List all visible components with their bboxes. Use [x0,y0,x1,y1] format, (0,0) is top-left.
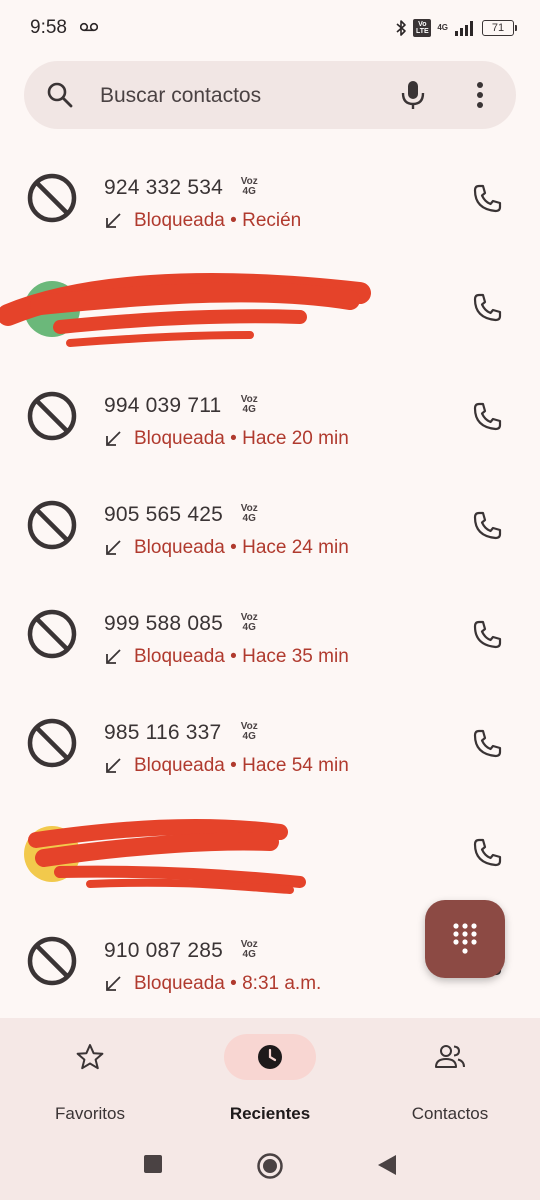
call-log-item[interactable] [0,800,540,909]
blocked-icon [27,718,77,768]
status-time: 9:58 [30,17,67,38]
blocked-icon [27,500,77,550]
voz-badge-bottom: 4G [242,186,256,197]
clock-icon [258,1045,282,1069]
voz-4g-badge: Voz 4G [241,177,258,197]
nav-favorites[interactable]: Favoritos [0,1034,180,1124]
voz-badge-bottom: 4G [242,949,256,960]
call-time: Hace 35 min [242,646,349,667]
separator-dot: • [224,537,243,558]
incoming-call-arrow-icon [106,540,121,555]
call-phone-icon[interactable] [471,292,503,324]
call-details: Bloqueada • Hace 20 min [104,428,349,450]
status-bar: 9:58 Vo LTE 4G 71 [0,0,540,56]
call-time: Recién [242,210,302,231]
more-options-icon[interactable] [468,79,492,111]
search-bar[interactable] [24,61,516,129]
nav-contacts-label: Contactos [411,1104,489,1123]
voz-badge-bottom: 4G [242,622,256,633]
home-icon[interactable] [256,1152,284,1180]
call-details: Bloqueada • 8:31 a.m. [104,973,321,995]
call-time: Hace 20 min [242,428,349,449]
call-phone-icon[interactable] [471,619,503,651]
call-time: 8:31 a.m. [242,973,322,994]
voz-4g-badge: Voz 4G [241,395,258,415]
separator-dot: • [224,755,243,776]
system-navigation-bar [0,1140,540,1190]
call-details: Bloqueada • Recién [104,210,301,232]
search-input[interactable] [98,75,392,117]
incoming-call-arrow-icon [106,976,121,991]
call-status: Bloqueada [134,646,225,667]
call-phone-icon[interactable] [471,510,503,542]
separator-dot: • [224,646,243,667]
network-type: 4G [437,23,448,32]
call-status: Bloqueada [134,428,225,449]
call-status: Bloqueada [134,755,225,776]
voz-badge-bottom: 4G [242,513,256,524]
call-time: Hace 54 min [242,755,349,776]
call-log-item[interactable]: 905 565 425 Voz 4G Bloqueada • Hace 24 min [0,473,540,582]
separator-dot: • [224,210,243,231]
nav-favorites-label: Favoritos [55,1104,125,1123]
incoming-call-arrow-icon [106,649,121,664]
nav-contacts[interactable]: Contactos [360,1034,540,1124]
voz-4g-badge: Voz 4G [241,504,258,524]
recent-apps-icon[interactable] [143,1154,163,1174]
voz-badge-bottom: 4G [242,731,256,742]
call-number: 994 039 711 [104,394,222,417]
call-details: Bloqueada • Hace 54 min [104,755,349,777]
call-number: 910 087 285 [104,939,223,962]
star-icon [76,1044,104,1070]
voz-4g-badge: Voz 4G [241,940,258,960]
incoming-call-arrow-icon [106,431,121,446]
call-number: 999 588 085 [104,612,223,635]
call-log-item[interactable]: 924 332 534 Voz 4G Bloqueada • Recién [0,146,540,255]
call-log-item[interactable]: 985 116 337 Voz 4G Bloqueada • Hace 54 min [0,691,540,800]
call-log-item[interactable]: 994 039 711 Voz 4G Bloqueada • Hace 20 min [0,364,540,473]
microphone-icon[interactable] [398,79,428,111]
call-time: Hace 24 min [242,537,349,558]
incoming-call-arrow-icon [106,758,121,773]
volte-badge: Vo LTE [413,19,432,37]
search-icon [47,82,73,108]
blocked-icon [27,609,77,659]
contact-avatar [24,281,80,337]
voz-4g-badge: Voz 4G [241,613,258,633]
incoming-call-arrow-icon [106,213,121,228]
voz-badge-bottom: 4G [242,404,256,415]
nav-recents[interactable]: Recientes [180,1034,360,1124]
blocked-icon [27,173,77,223]
signal-icon [455,21,473,36]
people-icon [435,1045,465,1068]
call-status: Bloqueada [134,973,225,994]
call-details: Bloqueada • Hace 35 min [104,646,349,668]
blocked-icon [27,936,77,986]
call-phone-icon[interactable] [471,837,503,869]
call-number: 905 565 425 [104,503,223,526]
call-log-item[interactable] [0,255,540,364]
separator-dot: • [224,428,243,449]
voz-4g-badge: Voz 4G [241,722,258,742]
dialpad-button[interactable] [425,900,505,978]
nav-recents-label: Recientes [229,1104,311,1123]
back-icon[interactable] [376,1153,398,1177]
call-status: Bloqueada [134,537,225,558]
call-phone-icon[interactable] [471,728,503,760]
call-number: 924 332 534 [104,176,223,199]
status-icons: Vo LTE 4G 71 [395,16,517,40]
call-log-item[interactable]: 999 588 085 Voz 4G Bloqueada • Hace 35 min [0,582,540,691]
dialpad-icon [453,923,477,954]
call-phone-icon[interactable] [471,401,503,433]
blocked-icon [27,391,77,441]
call-status: Bloqueada [134,210,225,231]
bluetooth-icon [396,20,407,36]
call-number: 985 116 337 [104,721,222,744]
call-phone-icon[interactable] [471,183,503,215]
call-details: Bloqueada • Hace 24 min [104,537,349,559]
voicemail-icon [80,22,98,32]
battery-indicator: 71 [482,20,517,36]
separator-dot: • [224,973,243,994]
contact-avatar [24,826,80,882]
